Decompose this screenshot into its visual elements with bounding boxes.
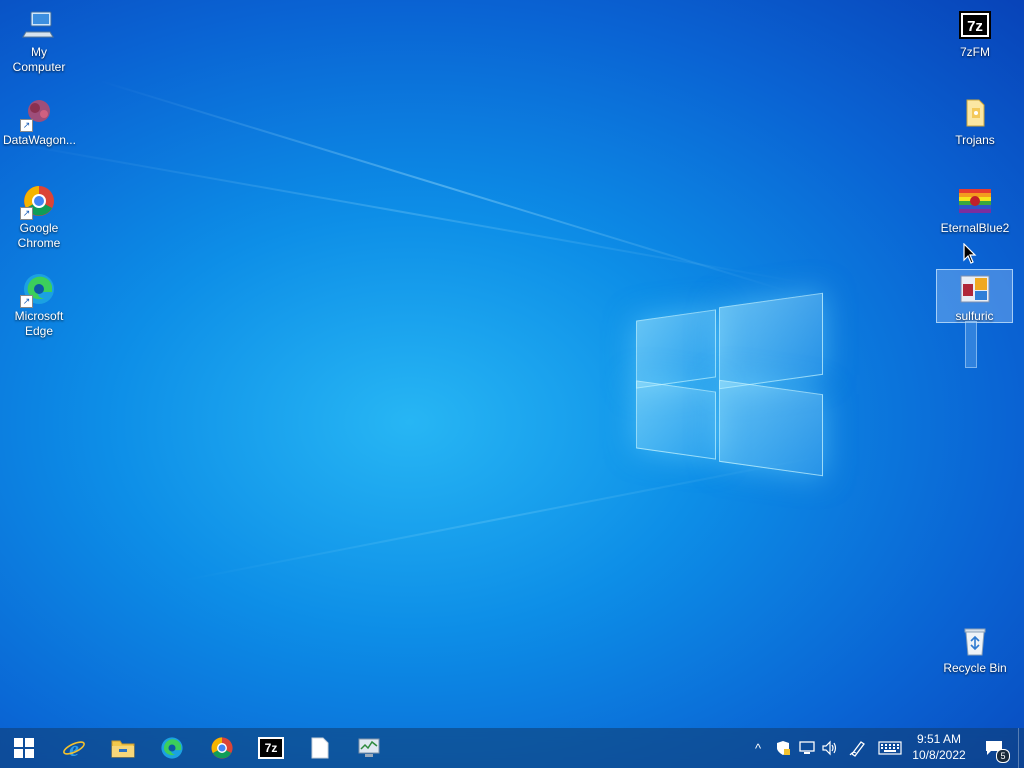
start-icon (14, 738, 34, 758)
keyboard-icon (878, 741, 902, 755)
desktop-icon-eternalblue2[interactable]: EternalBlue2 (937, 176, 1013, 242)
internet-explorer-icon: e (63, 736, 85, 760)
taskbar: e 7z ^ 9:51 AM 10/8/2022 5 (0, 728, 1024, 768)
clock-date: 10/8/2022 (912, 748, 966, 762)
tray-touch-keyboard[interactable] (876, 728, 904, 768)
taskbar-chrome[interactable] (198, 728, 246, 768)
rainbow-flag-icon (958, 184, 992, 218)
clock-time: 9:51 AM (916, 732, 962, 746)
windows-logo-wallpaper (636, 290, 823, 480)
taskbar-file-explorer[interactable] (99, 728, 147, 768)
desktop-icon-label: Recycle Bin (943, 661, 1007, 675)
shortcut-arrow-icon: ↗ (20, 119, 33, 132)
7zip-icon: 7z (958, 8, 992, 42)
desktop-icon-datawagon[interactable]: ↗ DataWagon... (1, 88, 77, 154)
tray-security[interactable] (772, 728, 794, 768)
notification-count-badge: 5 (996, 749, 1010, 763)
taskbar-7zip[interactable]: 7z (247, 728, 295, 768)
show-desktop-button[interactable] (1018, 728, 1024, 768)
sulfuric-app-icon (958, 272, 992, 306)
desktop-icon-google-chrome[interactable]: ↗ Google Chrome (1, 176, 77, 254)
desktop-icon-trojans-folder[interactable]: Trojans (937, 88, 1013, 154)
desktop-icon-recycle-bin[interactable]: Recycle Bin (937, 616, 1013, 682)
desktop-icon-microsoft-edge[interactable]: ↗ Microsoft Edge (1, 264, 77, 342)
taskbar-edge[interactable] (148, 728, 196, 768)
tray-network[interactable] (796, 728, 818, 768)
desktop-icon-label: Microsoft (14, 309, 64, 323)
taskbar-blank-document[interactable] (296, 728, 344, 768)
desktop-icon-label: 7zFM (960, 45, 990, 59)
edge-icon: ↗ (20, 272, 56, 308)
desktop-icon-label: Edge (24, 324, 54, 338)
mouse-cursor-icon (963, 243, 977, 264)
pen-icon (849, 741, 865, 757)
computer-icon (22, 8, 56, 42)
folder-icon (958, 96, 992, 130)
wallpaper-light-beam (0, 140, 808, 285)
desktop-icon-7zfm[interactable]: 7z 7zFM (937, 0, 1013, 66)
network-icon (799, 741, 815, 754)
desktop-icon-label: Trojans (955, 133, 995, 147)
security-shield-icon (777, 741, 790, 755)
desktop-icon-my-computer[interactable]: My Computer (1, 0, 77, 74)
volume-icon (822, 740, 837, 756)
blank-document-icon (311, 737, 329, 759)
resource-monitor-icon (358, 738, 380, 757)
desktop-icon-label: Google (19, 221, 59, 235)
svg-text:e: e (69, 736, 79, 760)
file-explorer-icon (111, 740, 135, 758)
desktop-icon-label: DataWagon... (3, 133, 76, 147)
desktop-icon-label: Chrome (17, 236, 61, 250)
7zip-icon: 7z (258, 737, 284, 759)
start-button[interactable] (0, 728, 48, 768)
datawagon-icon: ↗ (20, 96, 56, 132)
desktop-icon-label: EternalBlue2 (940, 221, 1010, 235)
desktop-icon-sulfuric[interactable]: sulfuric (936, 269, 1013, 323)
edge-icon (161, 737, 183, 759)
recycle-bin-icon (958, 624, 992, 658)
show-hidden-icons-button[interactable]: ^ (748, 728, 768, 768)
chevron-up-icon: ^ (754, 740, 762, 756)
tray-volume[interactable] (820, 728, 840, 768)
shortcut-arrow-icon: ↗ (20, 295, 33, 308)
desktop[interactable]: My Computer ↗ DataWagon... ↗ Google Chro… (0, 0, 1024, 728)
drag-selection-ghost (965, 321, 977, 368)
tray-pen-workspace[interactable] (848, 728, 868, 768)
chrome-icon (211, 737, 233, 759)
action-center-button[interactable]: 5 (978, 728, 1010, 768)
chrome-icon: ↗ (20, 184, 56, 220)
shortcut-arrow-icon: ↗ (20, 207, 33, 220)
svg-text:7z: 7z (967, 18, 983, 35)
taskbar-clock[interactable]: 9:51 AM 10/8/2022 (906, 728, 972, 768)
taskbar-resource-monitor[interactable] (345, 728, 393, 768)
taskbar-internet-explorer[interactable]: e (50, 728, 98, 768)
desktop-icon-label: My Computer (12, 45, 66, 74)
